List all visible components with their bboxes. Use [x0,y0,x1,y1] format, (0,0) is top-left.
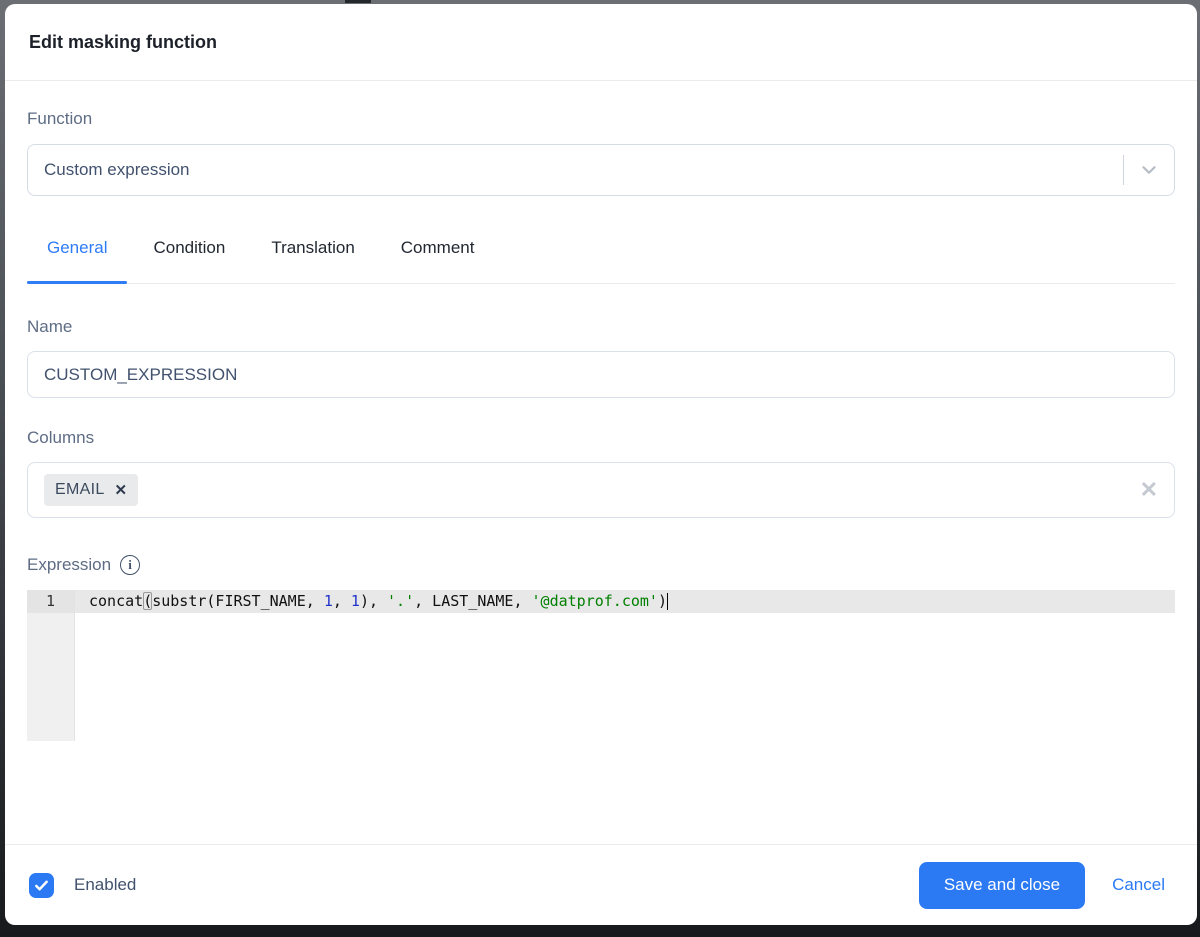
clear-all-icon[interactable]: ✕ [1140,479,1158,501]
code-token: , [332,592,351,610]
code-token: substr(FIRST_NAME, [152,592,324,610]
tab-bar: General Condition Translation Comment [27,238,1175,284]
expression-section: Expression i 1 concat(substr(FIRST_NAME,… [27,555,1175,741]
select-divider [1123,155,1124,185]
chevron-down-icon[interactable] [1138,159,1160,181]
cancel-button[interactable]: Cancel [1112,875,1165,895]
code-token: ) [657,592,667,610]
code-gutter: 1 [27,590,75,741]
code-token: ), [359,592,388,610]
dialog-body: Function Custom expression General Condi… [5,81,1197,844]
code-token-bracket-match: ( [143,592,153,610]
expression-code-editor[interactable]: 1 concat(substr(FIRST_NAME, 1, 1), '.', … [27,590,1175,741]
tab-comment[interactable]: Comment [381,238,495,283]
chip-remove-icon[interactable]: ✕ [115,483,128,498]
columns-label: Columns [27,428,95,447]
column-chip-email: EMAIL ✕ [44,474,139,506]
name-input[interactable] [27,351,1175,398]
save-and-close-button[interactable]: Save and close [918,861,1086,909]
dialog-header: Edit masking function [5,4,1197,81]
tab-condition[interactable]: Condition [133,238,245,283]
enabled-label: Enabled [74,875,137,894]
code-token-number: 1 [350,592,360,610]
info-icon[interactable]: i [120,555,141,575]
dialog-footer: Enabled Save and close Cancel [5,844,1197,925]
code-token-string: '@datprof.com' [531,592,658,610]
code-token-string: '.' [387,592,415,610]
code-content[interactable]: concat(substr(FIRST_NAME, 1, 1), '.', LA… [75,590,1175,741]
column-chip-label: EMAIL [55,481,105,498]
tab-translation[interactable]: Translation [251,238,374,283]
columns-multiselect[interactable]: EMAIL ✕ ✕ [27,462,1175,518]
code-token: concat [89,592,144,610]
enabled-checkbox[interactable] [29,872,54,898]
backdrop-notch [345,0,371,3]
code-token: , LAST_NAME, [414,592,532,610]
name-label: Name [27,317,73,336]
dialog-title: Edit masking function [29,31,218,52]
expression-label: Expression [27,555,112,574]
columns-section: Columns EMAIL ✕ ✕ [27,428,1175,518]
tab-general[interactable]: General [27,238,128,284]
text-cursor [667,593,668,610]
code-token-number: 1 [323,592,333,610]
code-line-1: concat(substr(FIRST_NAME, 1, 1), '.', LA… [75,590,1175,613]
edit-masking-function-dialog: Edit masking function Function Custom ex… [5,4,1197,925]
line-number: 1 [27,590,74,613]
function-label: Function [27,109,93,128]
function-select-value: Custom expression [44,160,190,179]
name-section: Name [27,317,1175,398]
function-select[interactable]: Custom expression [27,144,1175,196]
